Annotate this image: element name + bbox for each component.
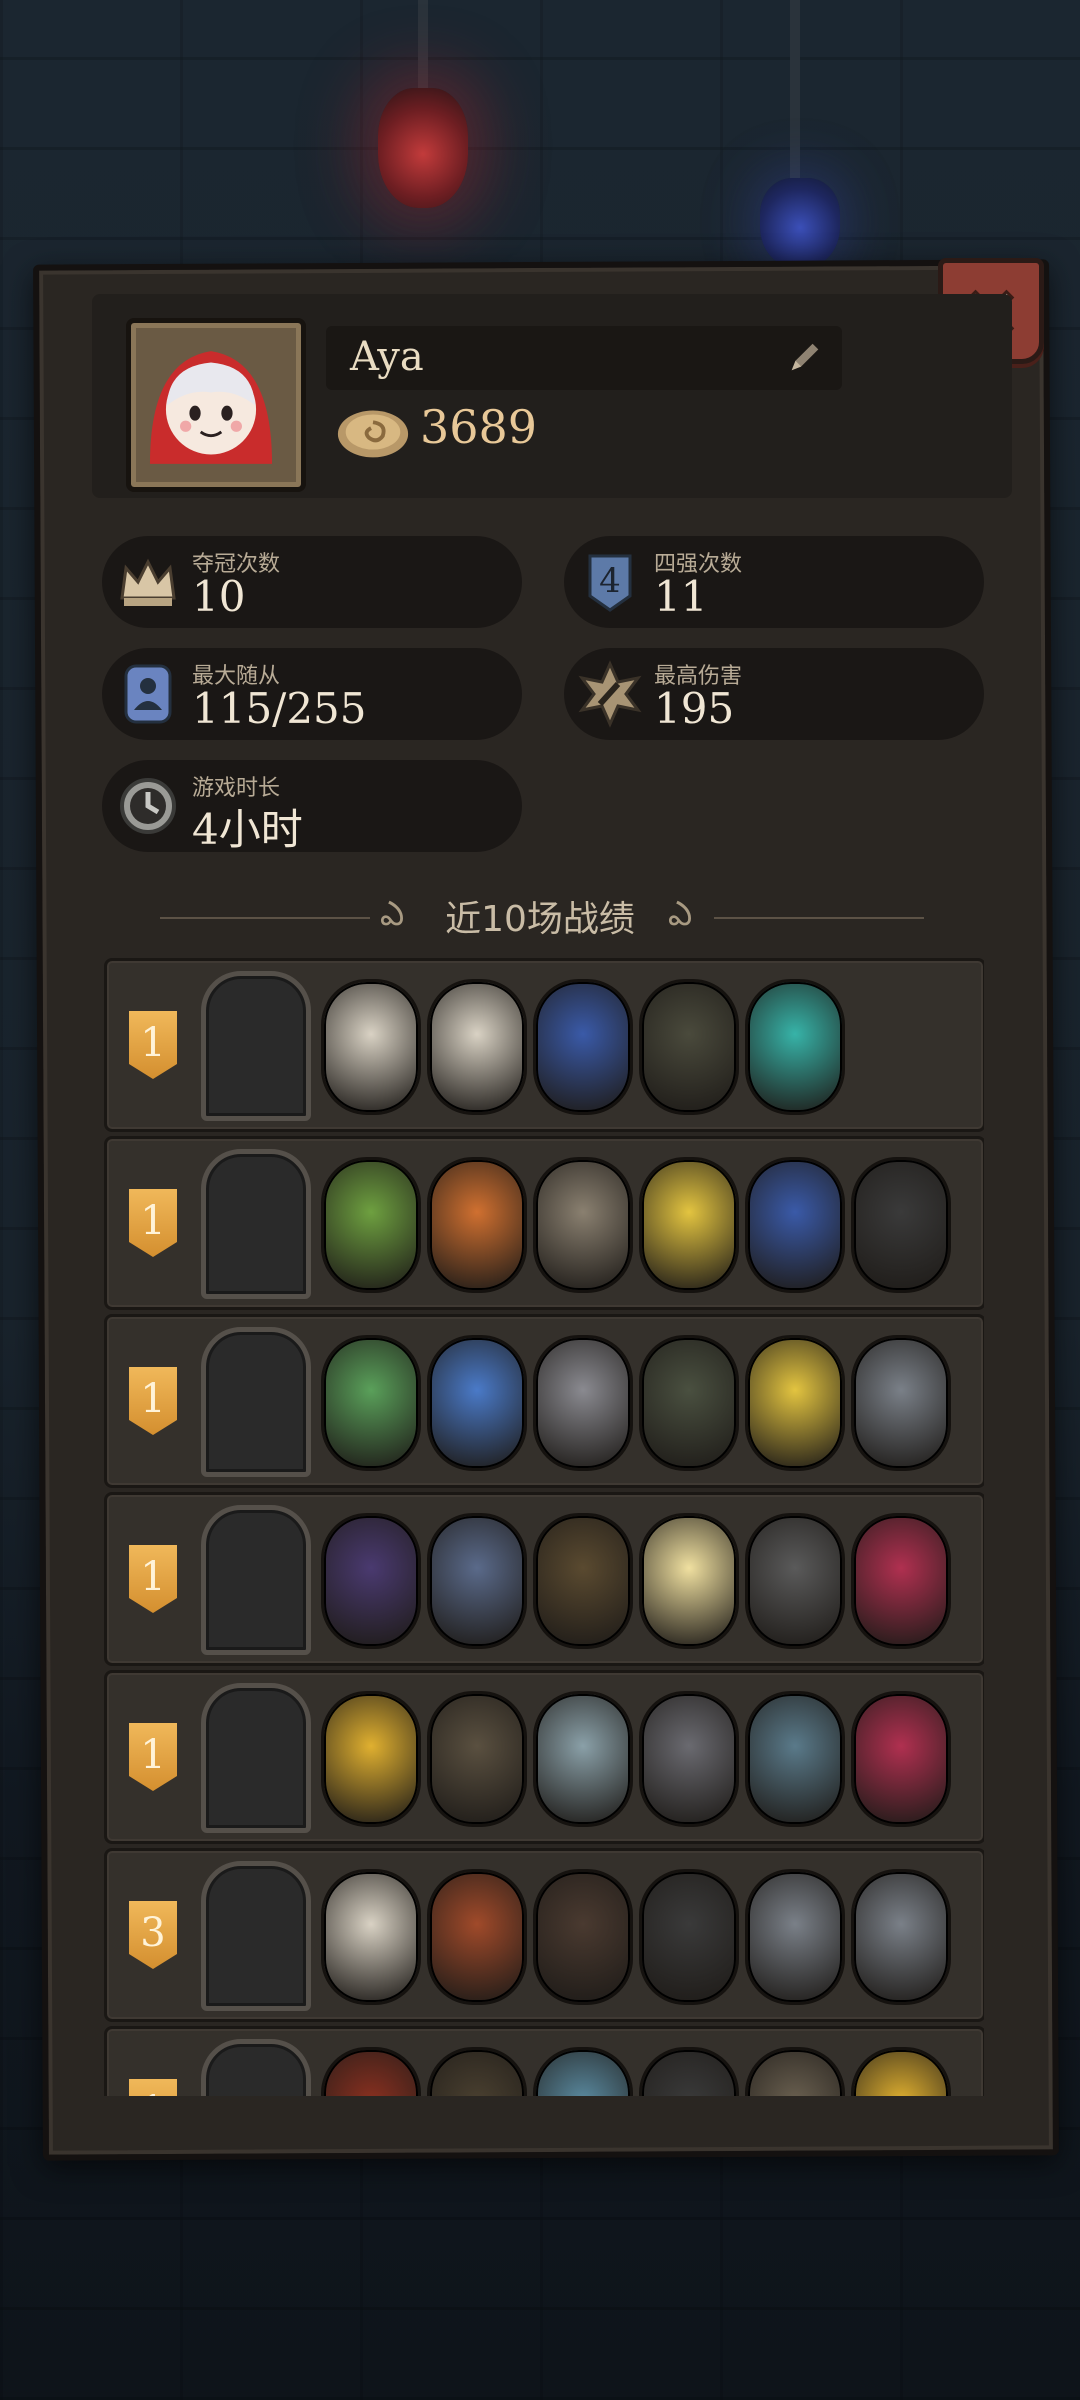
placement-badge: 3: [129, 1901, 177, 1969]
unit-portrait-icon[interactable]: [745, 1513, 845, 1649]
unit-portrait-icon[interactable]: [639, 979, 739, 1115]
zombie-hero-icon[interactable]: [201, 1327, 311, 1477]
unit-portrait-icon[interactable]: [427, 1157, 527, 1293]
match-record[interactable]: 1: [104, 1136, 984, 1310]
unit-portrait-icon[interactable]: [321, 1157, 421, 1293]
unit-portrait-icon[interactable]: [427, 1513, 527, 1649]
recent-matches-list[interactable]: 1 1 1 1 1 3 1: [100, 958, 984, 2096]
green-hair-hero-icon[interactable]: [201, 1861, 311, 2011]
stat-max-minions: 最大随从 115/255: [102, 648, 522, 740]
unit-portrait-icon[interactable]: [533, 1691, 633, 1827]
damage-star-icon: [578, 660, 642, 728]
coin-count: 3689: [420, 400, 538, 454]
placement-number: 1: [140, 1554, 166, 1600]
unit-portrait-icon[interactable]: [427, 1869, 527, 2005]
unit-portrait-icon[interactable]: [639, 1691, 739, 1827]
unit-portrait-icon[interactable]: [321, 979, 421, 1115]
placement-badge: 1: [129, 2079, 177, 2096]
placement-badge: 1: [129, 1545, 177, 1613]
old-sage-hero-icon[interactable]: [201, 1149, 311, 1299]
clock-icon: [120, 778, 176, 834]
match-record[interactable]: 1: [104, 1314, 984, 1488]
unit-portrait-icon[interactable]: [321, 1691, 421, 1827]
unit-portrait-icon[interactable]: [321, 2047, 421, 2096]
unit-portrait-icon[interactable]: [533, 1157, 633, 1293]
unit-portrait-icon[interactable]: [533, 2047, 633, 2096]
stat-value: 11: [654, 572, 708, 621]
placement-number: 1: [140, 1198, 166, 1244]
stat-value: 195: [654, 684, 735, 733]
crown-icon: [120, 558, 176, 606]
section-title: 近10场战绩: [445, 899, 635, 940]
stat-playtime: 游戏时长 4小时: [102, 760, 522, 854]
placement-number: 1: [140, 1020, 166, 1066]
stat-max-damage: 最高伤害 195: [564, 648, 984, 740]
placement-badge: 1: [129, 1367, 177, 1435]
chain: [418, 0, 428, 100]
unit-portrait-icon[interactable]: [745, 1869, 845, 2005]
unit-portrait-icon[interactable]: [851, 1869, 951, 2005]
unit-portrait-icon[interactable]: [427, 1691, 527, 1827]
red-hood-girl-avatar-icon: [149, 351, 273, 464]
stat-value: 10: [192, 572, 246, 621]
unit-portrait-icon[interactable]: [851, 1335, 951, 1471]
stat-value: 115/255: [192, 684, 367, 733]
unit-portrait-icon[interactable]: [427, 1335, 527, 1471]
unit-portrait-icon[interactable]: [851, 1157, 951, 1293]
minion-shield-icon: [124, 664, 172, 724]
placement-number: 1: [140, 1732, 166, 1778]
stat-championships: 夺冠次数 10: [102, 536, 522, 628]
placement-number: 1: [140, 1376, 166, 1422]
edit-pencil-icon[interactable]: [786, 338, 824, 376]
unit-portrait-icon[interactable]: [851, 1513, 951, 1649]
match-record[interactable]: 3: [104, 1848, 984, 2022]
match-record[interactable]: 1: [104, 958, 984, 1132]
unit-portrait-icon[interactable]: [321, 1513, 421, 1649]
unit-portrait-icon[interactable]: [427, 979, 527, 1115]
unit-portrait-icon[interactable]: [321, 1335, 421, 1471]
unit-portrait-icon[interactable]: [427, 2047, 527, 2096]
unit-portrait-icon[interactable]: [533, 1513, 633, 1649]
candle-hero-icon[interactable]: [201, 2039, 311, 2096]
old-sage-hero-icon[interactable]: [201, 1505, 311, 1655]
avatar[interactable]: [126, 318, 306, 492]
placement-badge: 1: [129, 1189, 177, 1257]
match-record[interactable]: 1: [104, 1670, 984, 1844]
unit-portrait-icon[interactable]: [639, 2047, 739, 2096]
unit-portrait-icon[interactable]: [745, 2047, 845, 2096]
unit-portrait-icon[interactable]: [745, 1157, 845, 1293]
unit-portrait-icon[interactable]: [533, 979, 633, 1115]
match-record[interactable]: 1: [104, 1492, 984, 1666]
unit-portrait-icon[interactable]: [639, 1869, 739, 2005]
coin-icon: [337, 410, 409, 458]
unit-portrait-icon[interactable]: [639, 1513, 739, 1649]
placement-number: 1: [129, 2079, 177, 2096]
stat-value: 4小时: [192, 805, 303, 854]
chain: [790, 0, 800, 180]
placement-number: 3: [140, 1910, 166, 1956]
top4-badge-icon: 4: [588, 554, 632, 612]
stat-top4: 4 四强次数 11: [564, 536, 984, 628]
unit-portrait-icon[interactable]: [851, 2047, 951, 2096]
unit-portrait-icon[interactable]: [745, 1691, 845, 1827]
placement-badge: 1: [129, 1723, 177, 1791]
old-sage-hero-icon[interactable]: [201, 971, 311, 1121]
unit-portrait-icon[interactable]: [533, 1869, 633, 2005]
player-name: Aya: [350, 334, 424, 380]
placement-badge: 1: [129, 1011, 177, 1079]
match-record[interactable]: 1: [104, 2026, 984, 2096]
blue-lantern-icon: [760, 178, 840, 268]
witch-hero-icon[interactable]: [201, 1683, 311, 1833]
unit-portrait-icon[interactable]: [639, 1335, 739, 1471]
unit-portrait-icon[interactable]: [851, 1691, 951, 1827]
red-lantern-icon: [378, 88, 468, 208]
unit-portrait-icon[interactable]: [639, 1157, 739, 1293]
unit-portrait-icon[interactable]: [533, 1335, 633, 1471]
unit-portrait-icon[interactable]: [321, 1869, 421, 2005]
unit-portrait-icon[interactable]: [745, 1335, 845, 1471]
unit-portrait-icon[interactable]: [745, 979, 845, 1115]
svg-text:4: 4: [599, 561, 621, 601]
